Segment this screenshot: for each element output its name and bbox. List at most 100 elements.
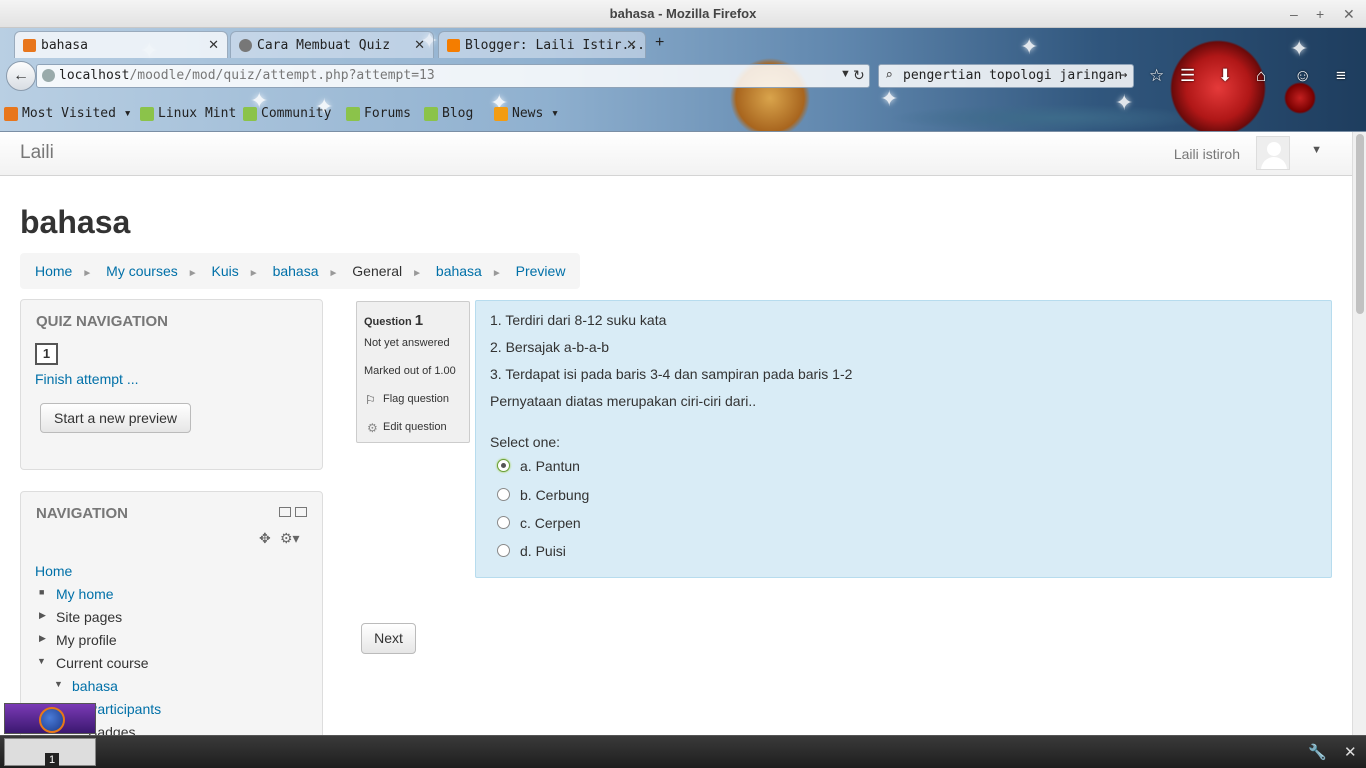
snowflake-decoration: ✦ bbox=[1020, 34, 1039, 59]
search-input[interactable]: pengertian topologi jaringan bbox=[903, 68, 1122, 83]
nav-item-course-bahasa[interactable]: bahasa bbox=[72, 678, 118, 694]
question-number: 1 bbox=[414, 312, 424, 329]
collapse-block-icon[interactable] bbox=[279, 507, 291, 517]
finish-attempt-link[interactable]: Finish attempt ... bbox=[35, 371, 138, 387]
question-text-line: Pernyataan diatas merupakan ciri-ciri da… bbox=[490, 393, 757, 409]
close-window-icon[interactable]: ✕ bbox=[1343, 0, 1355, 28]
page-title: bahasa bbox=[20, 204, 131, 240]
url-bar[interactable]: localhost/moodle/mod/quiz/attempt.php?at… bbox=[36, 64, 870, 88]
bookmark-blog[interactable]: Blog bbox=[424, 104, 473, 124]
mint-icon bbox=[346, 107, 360, 121]
avatar[interactable] bbox=[1256, 136, 1290, 170]
breadcrumb: Home ► My courses ► Kuis ► bahasa ► General ►… bbox=[20, 253, 581, 289]
scrollbar-thumb[interactable] bbox=[1356, 134, 1364, 314]
collapse-arrow-icon[interactable]: ▼ bbox=[54, 679, 63, 689]
question-marks: Marked out of 1.00 bbox=[364, 365, 456, 377]
globe-icon bbox=[42, 69, 55, 82]
navigation-block: NAVIGATION ✥ ⚙▾ Home ■ My home ▶ Site pa… bbox=[20, 491, 323, 735]
next-button[interactable]: Next bbox=[361, 623, 416, 654]
url-path: /moodle/mod/quiz/attempt.php?attempt=13 bbox=[129, 68, 435, 83]
collapse-arrow-icon[interactable]: ▼ bbox=[37, 656, 46, 666]
minimize-icon[interactable]: – bbox=[1290, 0, 1298, 28]
download-icon[interactable]: ⬇ bbox=[1218, 66, 1232, 86]
breadcrumb-kuis[interactable]: Kuis bbox=[212, 263, 239, 279]
close-icon[interactable]: ✕ bbox=[1344, 743, 1357, 761]
move-icon[interactable]: ✥ bbox=[259, 530, 271, 547]
option-label[interactable]: a. Pantun bbox=[520, 458, 580, 474]
close-tab-icon[interactable]: ✕ bbox=[414, 32, 425, 58]
nav-item-site-pages[interactable]: Site pages bbox=[56, 609, 122, 625]
nav-item-my-home[interactable]: My home bbox=[56, 586, 114, 602]
dock-block-icon[interactable] bbox=[295, 507, 307, 517]
start-new-preview-button[interactable]: Start a new preview bbox=[40, 403, 191, 433]
mint-icon bbox=[424, 107, 438, 121]
menu-icon[interactable]: ≡ bbox=[1336, 66, 1346, 86]
user-menu-caret-icon[interactable]: ▼ bbox=[1311, 144, 1322, 156]
firefox-taskbar-preview[interactable] bbox=[4, 703, 96, 734]
breadcrumb-my-courses[interactable]: My courses bbox=[106, 263, 178, 279]
home-icon[interactable]: ⌂ bbox=[1256, 66, 1266, 86]
expand-arrow-icon[interactable]: ▶ bbox=[39, 610, 46, 621]
close-tab-icon[interactable]: ✕ bbox=[208, 32, 219, 58]
tab-bahasa[interactable]: bahasa ✕ bbox=[14, 31, 228, 58]
breadcrumb-home[interactable]: Home bbox=[35, 263, 72, 279]
bookmark-label: Linux Mint bbox=[158, 106, 237, 121]
flag-question-link[interactable]: Flag question bbox=[383, 393, 449, 405]
tab-label: bahasa bbox=[41, 38, 88, 53]
taskbar: 1 🔧 ✕ bbox=[0, 735, 1366, 768]
bookmark-linux-mint[interactable]: Linux Mint bbox=[140, 104, 236, 124]
radio-option-a[interactable] bbox=[497, 459, 510, 472]
snowflake-decoration: ✦ bbox=[880, 86, 899, 111]
bookmark-label: Most Visited bbox=[22, 106, 116, 121]
option-label[interactable]: c. Cerpen bbox=[520, 515, 581, 531]
close-tab-icon[interactable]: ✕ bbox=[626, 32, 637, 58]
bookmark-most-visited[interactable]: Most Visited ▾ bbox=[4, 104, 132, 124]
breadcrumb-course[interactable]: bahasa bbox=[273, 263, 319, 279]
radio-option-d[interactable] bbox=[497, 544, 510, 557]
flag-icon[interactable]: ⚐ bbox=[365, 393, 376, 407]
maximize-icon[interactable]: + bbox=[1316, 0, 1324, 28]
search-icon: ⌕ bbox=[885, 68, 893, 83]
radio-option-c[interactable] bbox=[497, 516, 510, 529]
snowflake-decoration: ✦ bbox=[1290, 36, 1309, 61]
reload-icon[interactable]: ↻ bbox=[853, 67, 865, 84]
radio-option-b[interactable] bbox=[497, 488, 510, 501]
nav-item-my-profile[interactable]: My profile bbox=[56, 632, 117, 648]
tab-blogger[interactable]: Blogger: Laili Istir... ✕ bbox=[438, 31, 646, 58]
edit-question-link[interactable]: Edit question bbox=[383, 421, 447, 433]
question-nav-button[interactable]: 1 bbox=[35, 343, 58, 365]
bookmark-community[interactable]: Community bbox=[243, 104, 331, 124]
page-scrollbar[interactable] bbox=[1352, 132, 1366, 735]
breadcrumb-preview[interactable]: Preview bbox=[516, 263, 566, 279]
option-label[interactable]: b. Cerbung bbox=[520, 487, 589, 503]
breadcrumb-section: General bbox=[352, 263, 403, 279]
bookmark-star-icon[interactable]: ☆ bbox=[1149, 66, 1164, 86]
folder-icon bbox=[4, 107, 18, 121]
site-brand[interactable]: Laili bbox=[20, 142, 54, 164]
tab-cara-membuat-quiz[interactable]: Cara Membuat Quiz ✕ bbox=[230, 31, 434, 58]
quiz-navigation-block: QUIZ NAVIGATION 1 Finish attempt ... Sta… bbox=[20, 299, 323, 470]
bookmark-news[interactable]: News ▾ bbox=[494, 104, 559, 124]
mint-icon bbox=[140, 107, 154, 121]
wrench-icon[interactable]: 🔧 bbox=[1308, 743, 1327, 761]
bookmark-forums[interactable]: Forums bbox=[346, 104, 411, 124]
user-name[interactable]: Laili istiroh bbox=[1174, 146, 1240, 162]
option-label[interactable]: d. Puisi bbox=[520, 543, 566, 559]
url-dropdown-icon[interactable]: ▼ bbox=[840, 68, 851, 80]
question-text-line: 1. Terdiri dari 8-12 suku kata bbox=[490, 312, 667, 328]
new-tab-button[interactable]: + bbox=[655, 34, 664, 52]
gear-icon[interactable]: ⚙▾ bbox=[280, 530, 300, 547]
smiley-icon[interactable]: ☺ bbox=[1294, 66, 1311, 86]
back-button[interactable]: ← bbox=[6, 61, 36, 91]
search-bar[interactable]: ⌕ pengertian topologi jaringan → bbox=[878, 64, 1134, 88]
bookmarks-list-icon[interactable]: ☰ bbox=[1180, 66, 1195, 86]
nav-item-participants[interactable]: Participants bbox=[88, 701, 161, 717]
search-go-icon[interactable]: → bbox=[1119, 67, 1127, 83]
nav-item-home[interactable]: Home bbox=[35, 563, 72, 579]
mint-icon bbox=[243, 107, 257, 121]
workspace-switcher[interactable]: 1 bbox=[4, 738, 96, 767]
gear-icon: ⚙ bbox=[367, 421, 378, 435]
nav-item-current-course[interactable]: Current course bbox=[56, 655, 149, 671]
breadcrumb-quiz[interactable]: bahasa bbox=[436, 263, 482, 279]
expand-arrow-icon[interactable]: ▶ bbox=[39, 633, 46, 644]
